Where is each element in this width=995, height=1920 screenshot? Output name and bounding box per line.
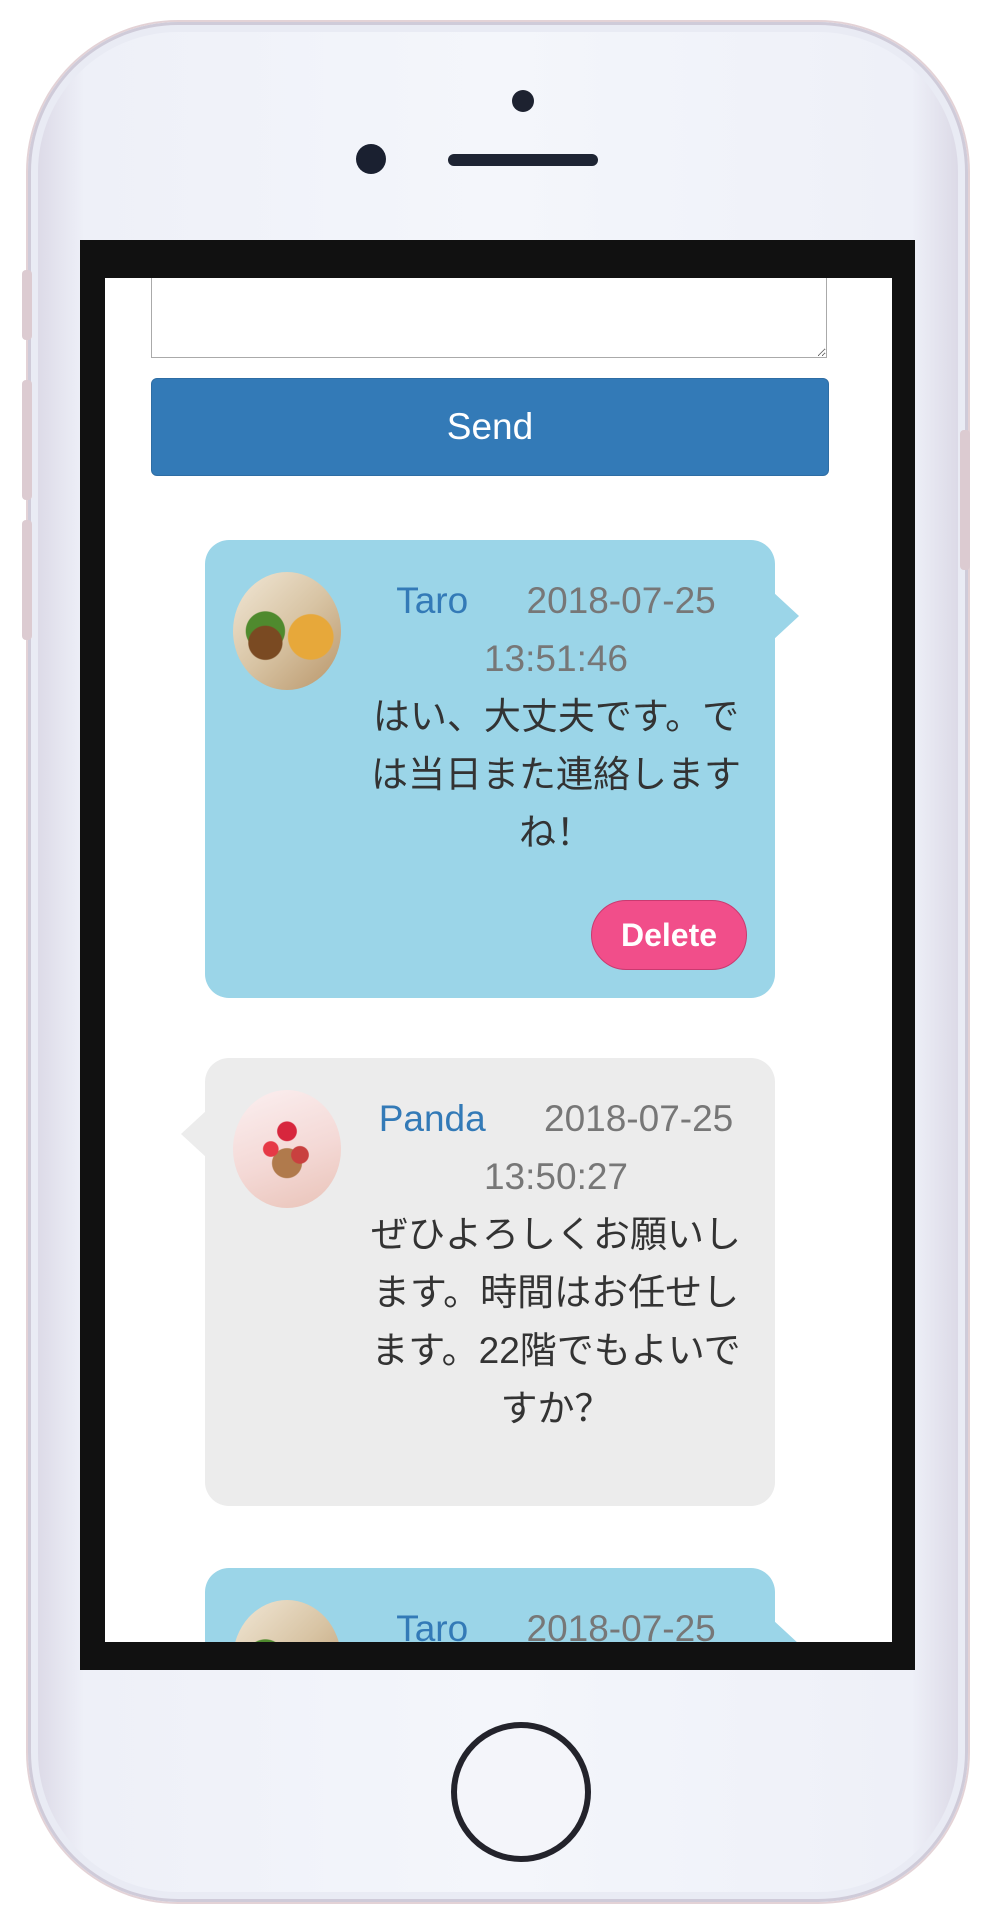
home-button[interactable] bbox=[451, 1722, 591, 1862]
volume-down-button bbox=[22, 520, 32, 640]
message-timestamp: 2018-07-25 13:50:27 bbox=[483, 1098, 734, 1197]
delete-button[interactable]: Delete bbox=[591, 900, 747, 970]
message-input[interactable] bbox=[151, 278, 827, 358]
message-timestamp: 2018-07-25 bbox=[526, 1608, 716, 1642]
message-text: はい、大丈夫です。では当日また連絡しますね！ bbox=[371, 696, 741, 853]
earpiece-speaker bbox=[448, 154, 598, 166]
send-button[interactable]: Send bbox=[151, 378, 829, 476]
message-content: Panda 2018-07-25 13:50:27 ぜひよろしくお願いします。時… bbox=[355, 1090, 757, 1438]
message-timestamp: 2018-07-25 13:51:46 bbox=[483, 580, 716, 679]
mute-switch bbox=[22, 270, 32, 340]
sender-name: Taro bbox=[396, 1608, 469, 1642]
message-content: Taro 2018-07-25 13:51:46 はい、大丈夫です。では当日また… bbox=[355, 572, 757, 862]
sender-name: Panda bbox=[378, 1098, 486, 1139]
cake-photo-avatar bbox=[233, 1090, 341, 1208]
burger-photo-avatar bbox=[233, 1600, 341, 1642]
message-bubble-own: Taro 2018-07-25 bbox=[205, 1568, 799, 1642]
message-content: Taro 2018-07-25 bbox=[355, 1600, 757, 1642]
message-text: ぜひよろしくお願いします。時間はお任せします。22階でもよいですか？ bbox=[371, 1214, 741, 1429]
message-bubble-own: Taro 2018-07-25 13:51:46 はい、大丈夫です。では当日また… bbox=[205, 540, 799, 998]
burger-photo-avatar bbox=[233, 572, 341, 690]
power-button bbox=[960, 430, 970, 570]
bubble-tail bbox=[181, 1110, 207, 1158]
sender-name: Taro bbox=[396, 580, 469, 621]
proximity-sensor bbox=[512, 90, 534, 112]
volume-up-button bbox=[22, 380, 32, 500]
chat-screen[interactable]: Send Taro 2018-07-25 13:51:46 はい、大丈夫です。で… bbox=[105, 278, 892, 1642]
bubble-tail bbox=[773, 592, 799, 640]
front-camera bbox=[356, 144, 386, 174]
message-bubble-other: Panda 2018-07-25 13:50:27 ぜひよろしくお願いします。時… bbox=[181, 1058, 775, 1506]
bubble-tail bbox=[773, 1620, 799, 1642]
